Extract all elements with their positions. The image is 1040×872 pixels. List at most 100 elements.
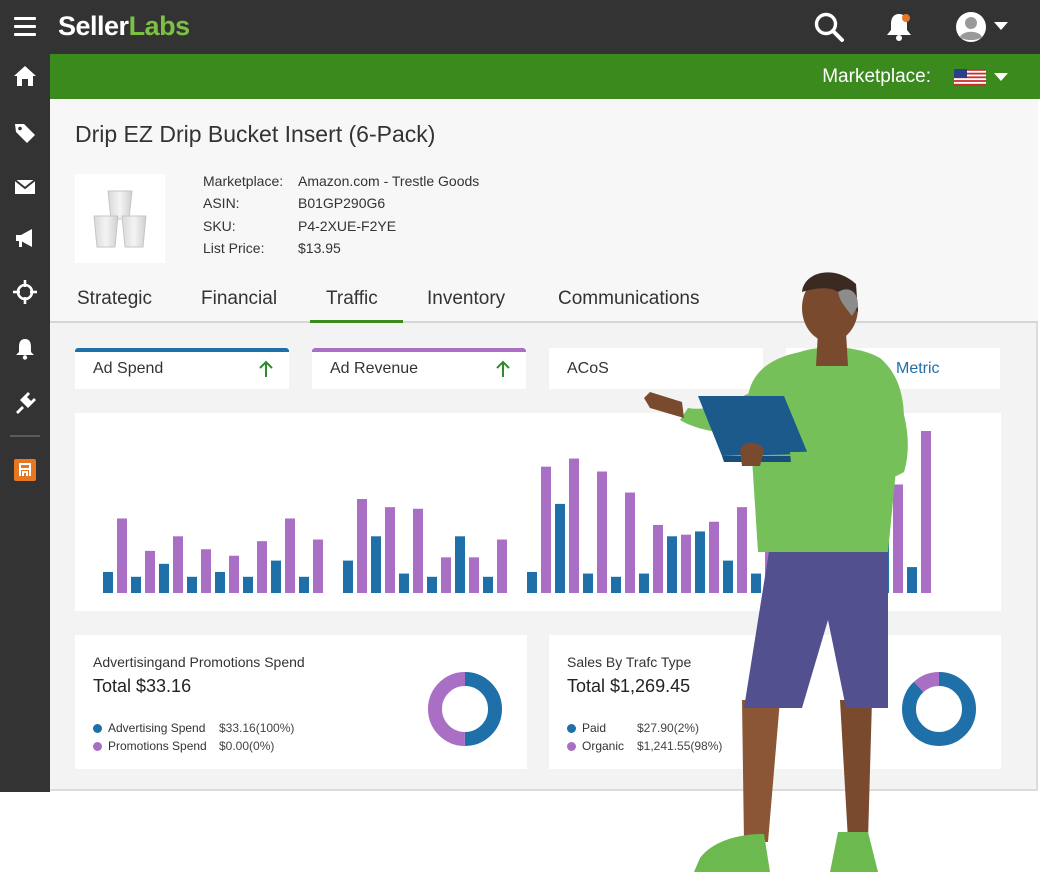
info-key: ASIN: <box>203 195 240 211</box>
chart-bar <box>285 518 295 593</box>
chart-bar <box>497 539 507 593</box>
chart-bar <box>173 536 183 593</box>
app-logo[interactable]: SellerLabs <box>58 11 190 42</box>
chart-bar <box>639 573 649 593</box>
chart-bar <box>201 549 211 593</box>
chart-bar <box>299 576 309 593</box>
info-value: P4-2XUE-F2YE <box>298 218 397 234</box>
chart-bar <box>187 576 197 593</box>
app-window: SellerLabs Marketplace: Drip EZ Drip Buc… <box>0 0 1040 872</box>
legend-value: $1,241.55(98%) <box>637 739 723 753</box>
logo-secondary: Labs <box>128 11 191 41</box>
metric-label: Metric <box>896 360 940 377</box>
arrow-up-icon <box>259 360 273 377</box>
chart-bar <box>751 573 761 593</box>
chart-bar <box>837 450 847 593</box>
legend-dot <box>93 724 102 733</box>
sidebar-divider <box>10 435 40 437</box>
chart-bar <box>851 495 861 593</box>
info-key: SKU: <box>203 218 236 234</box>
chart-bar <box>103 571 113 593</box>
arrow-up-icon <box>496 360 510 377</box>
user-avatar-icon[interactable] <box>954 10 988 44</box>
chart-bar <box>583 573 593 593</box>
metric-card-add-metric[interactable]: Metric <box>786 348 1000 389</box>
megaphone-icon[interactable] <box>12 225 38 251</box>
chart-bar <box>469 557 479 593</box>
summary-total: Total $33.16 <box>93 676 192 696</box>
marketplace-chevron-icon[interactable] <box>994 73 1008 81</box>
chart-bar <box>625 492 635 593</box>
donut-chart <box>428 672 502 746</box>
main-content: Drip EZ Drip Bucket Insert (6-Pack) Mark… <box>50 99 1038 791</box>
chart-bar <box>709 521 719 593</box>
mail-icon[interactable] <box>12 174 38 200</box>
chart-bar <box>865 460 875 593</box>
traffic-bar-chart <box>103 431 931 593</box>
metric-label: Ad Spend <box>93 360 164 377</box>
legend-dot <box>567 742 576 751</box>
notification-bell-icon[interactable] <box>882 10 916 44</box>
menu-icon[interactable] <box>14 17 36 36</box>
info-value: Amazon.com - Trestle Goods <box>298 173 480 189</box>
chart-bar <box>879 503 889 593</box>
chart-bar <box>371 536 381 593</box>
metric-label: ACoS <box>567 360 609 377</box>
chart-bar <box>131 576 141 593</box>
legend-label: Organic <box>582 739 625 753</box>
metric-accent-bar <box>75 348 289 352</box>
chevron-down-icon[interactable] <box>994 22 1008 31</box>
traffic-chart-card <box>75 413 1001 611</box>
metric-card-ad-spend[interactable]: Ad Spend <box>75 348 289 389</box>
chart-bar <box>893 484 903 593</box>
plugin-icon[interactable] <box>12 390 38 416</box>
product-image <box>75 174 165 263</box>
chart-bar <box>823 520 833 593</box>
chart-bar <box>215 571 225 593</box>
tab-financial[interactable]: Financial <box>201 288 277 310</box>
chart-bar <box>667 536 677 593</box>
home-icon[interactable] <box>12 63 38 89</box>
legend-label: Advertising Spend <box>108 721 206 735</box>
chart-bar <box>723 560 733 593</box>
tab-communications[interactable]: Communications <box>558 288 700 310</box>
metric-accent-bar <box>312 348 526 352</box>
page-title: Drip EZ Drip Bucket Insert (6-Pack) <box>75 121 436 147</box>
metric-label: Ad Revenue <box>330 360 419 377</box>
info-value: $13.95 <box>298 240 341 256</box>
chart-bar <box>541 466 551 593</box>
logo-primary: Seller <box>58 11 129 41</box>
chart-bar <box>737 507 747 593</box>
store-icon[interactable] <box>12 457 38 483</box>
donut-slice <box>902 672 976 746</box>
chart-bar <box>145 550 155 593</box>
chart-bar <box>427 576 437 593</box>
bell-icon[interactable] <box>12 335 38 361</box>
chart-bar <box>597 471 607 593</box>
legend-value: $33.16(100%) <box>219 721 295 735</box>
chart-bar <box>569 458 579 593</box>
chart-bar <box>921 431 931 593</box>
chart-bar <box>441 557 451 593</box>
chart-bar <box>907 567 917 593</box>
tab-strategic[interactable]: Strategic <box>77 288 152 310</box>
bucket-stack-icon <box>93 190 147 248</box>
metric-card-acos[interactable]: ACoS <box>549 348 763 389</box>
product-header: Drip EZ Drip Bucket Insert (6-Pack) Mark… <box>50 99 1038 323</box>
tab-inventory[interactable]: Inventory <box>427 288 505 310</box>
chart-bar <box>695 531 705 593</box>
legend-value: $0.00(0%) <box>219 739 275 753</box>
crosshair-icon[interactable] <box>12 279 38 305</box>
chart-bar <box>765 455 775 593</box>
summary-card-traffic-type: Sales By Trafc Type Total $1,269.45 Paid… <box>549 635 1001 769</box>
chart-bar <box>653 524 663 593</box>
chart-bar <box>243 576 253 593</box>
legend-label: Promotions Spend <box>108 739 207 753</box>
tab-traffic[interactable]: Traffic <box>326 288 378 310</box>
search-icon[interactable] <box>812 10 846 44</box>
us-flag-icon[interactable] <box>954 69 986 86</box>
legend-value: $27.90(2%) <box>637 721 700 735</box>
metric-card-ad-revenue[interactable]: Ad Revenue <box>312 348 526 389</box>
sidebar <box>0 54 50 792</box>
tag-icon[interactable] <box>12 120 38 146</box>
